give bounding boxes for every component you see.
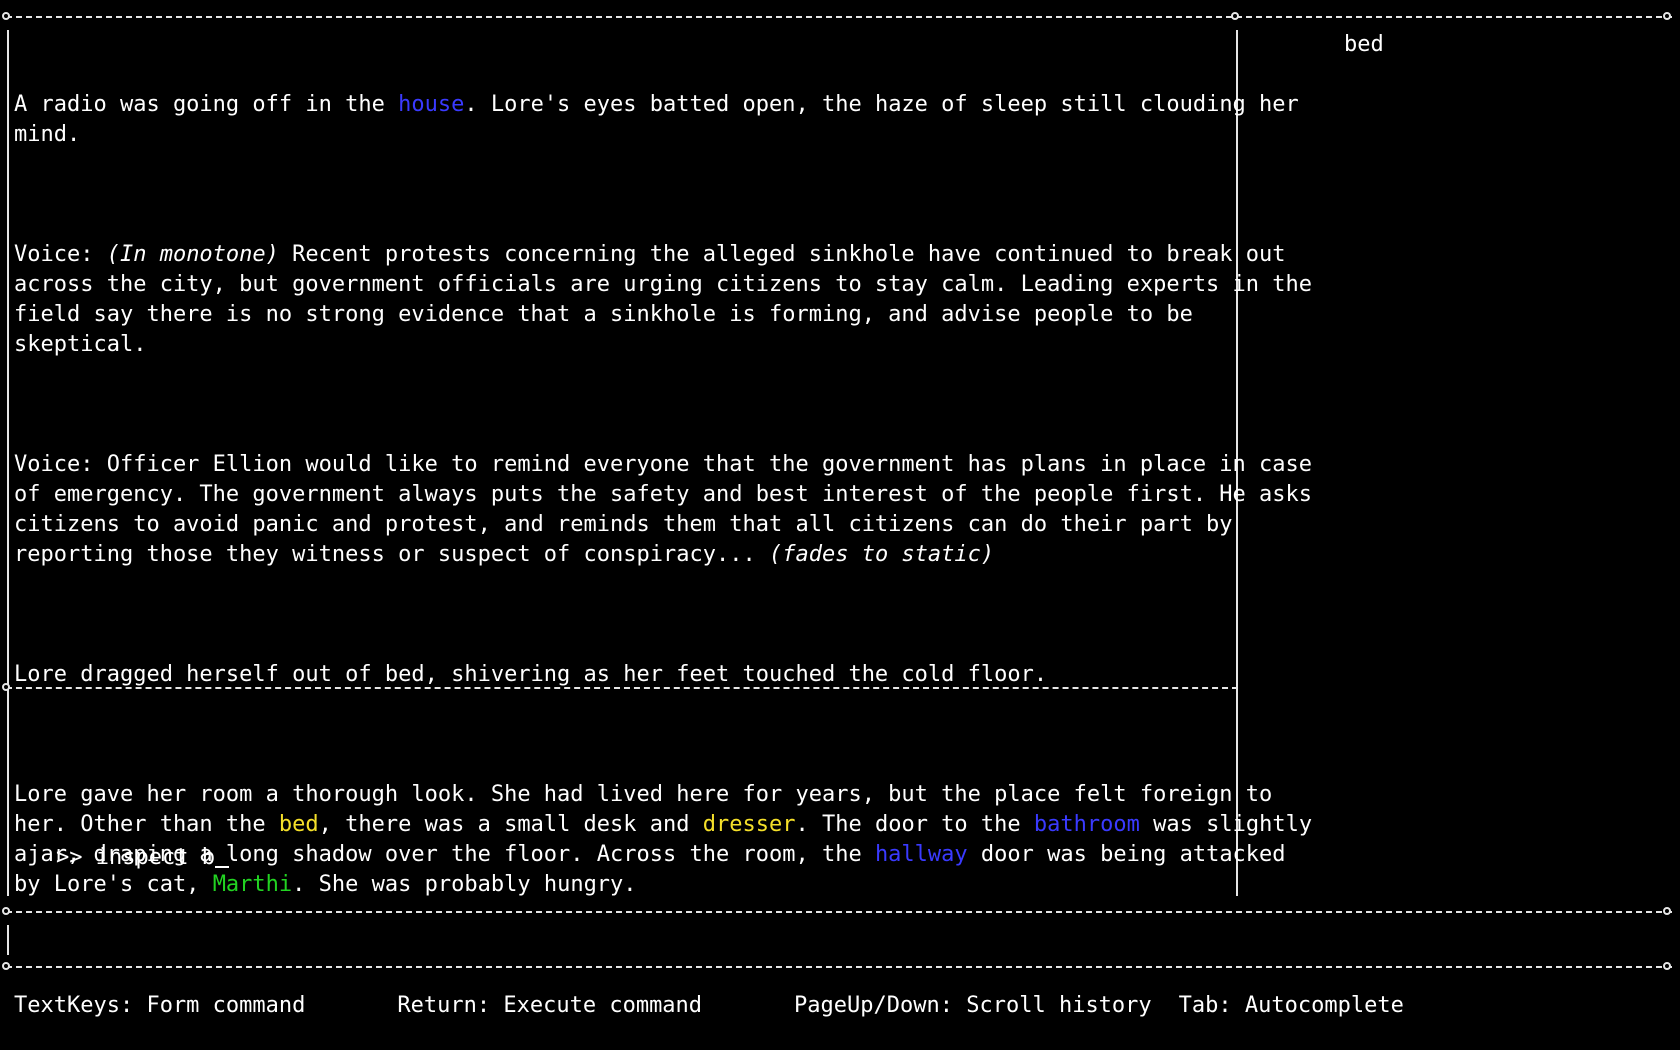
frame-corner xyxy=(2,12,10,20)
frame-corner xyxy=(2,962,10,970)
prompt-symbol: >> xyxy=(56,845,96,870)
keyword-marthi: Marthi xyxy=(212,872,293,897)
key-hints-bar: TextKeys: Form command Return: Execute co… xyxy=(14,991,1404,1021)
keyword-house: house xyxy=(398,92,465,117)
command-input[interactable]: >> inspect b xyxy=(56,843,229,873)
command-input-value[interactable]: inspect b xyxy=(96,845,215,870)
keyword-bathroom: bathroom xyxy=(1033,812,1140,837)
story-paragraph: Lore gave her room a thorough look. She … xyxy=(14,782,1326,897)
keyword-dresser: dresser xyxy=(702,812,796,837)
story-paragraph: Voice: (In monotone) Recent protests con… xyxy=(14,242,1326,357)
keyword-bed: bed xyxy=(278,812,319,837)
frame-top-border xyxy=(6,16,1672,18)
frame-bottom-border xyxy=(6,966,1672,968)
autocomplete-suggestion[interactable]: bed xyxy=(1344,30,1664,60)
hint-tab: Tab: Autocomplete xyxy=(1178,993,1404,1018)
keyword-hallway: hallway xyxy=(874,842,968,867)
frame-corner xyxy=(1663,962,1671,970)
frame-corner xyxy=(1663,12,1671,20)
story-paragraph: Lore dragged herself out of bed, shiveri… xyxy=(14,662,1048,687)
story-paragraph: Voice: Officer Ellion would like to remi… xyxy=(14,452,1326,567)
hint-pageup-down: PageUp/Down: Scroll history xyxy=(794,993,1152,1018)
story-paragraph: A radio was going off in the house. Lore… xyxy=(14,92,1313,147)
frame-left-border xyxy=(7,30,9,896)
hint-return: Return: Execute command xyxy=(397,993,703,1018)
autocomplete-panel: bed xyxy=(1344,30,1664,60)
text-cursor xyxy=(214,844,229,868)
frame-corner xyxy=(1663,907,1671,915)
frame-corner xyxy=(2,907,10,915)
story-panel: A radio was going off in the house. Lore… xyxy=(14,30,1314,960)
hint-textkeys: TextKeys: Form command xyxy=(14,993,306,1018)
frame-corner xyxy=(2,683,10,691)
frame-status-left-border xyxy=(7,925,9,955)
frame-corner xyxy=(1231,12,1239,20)
